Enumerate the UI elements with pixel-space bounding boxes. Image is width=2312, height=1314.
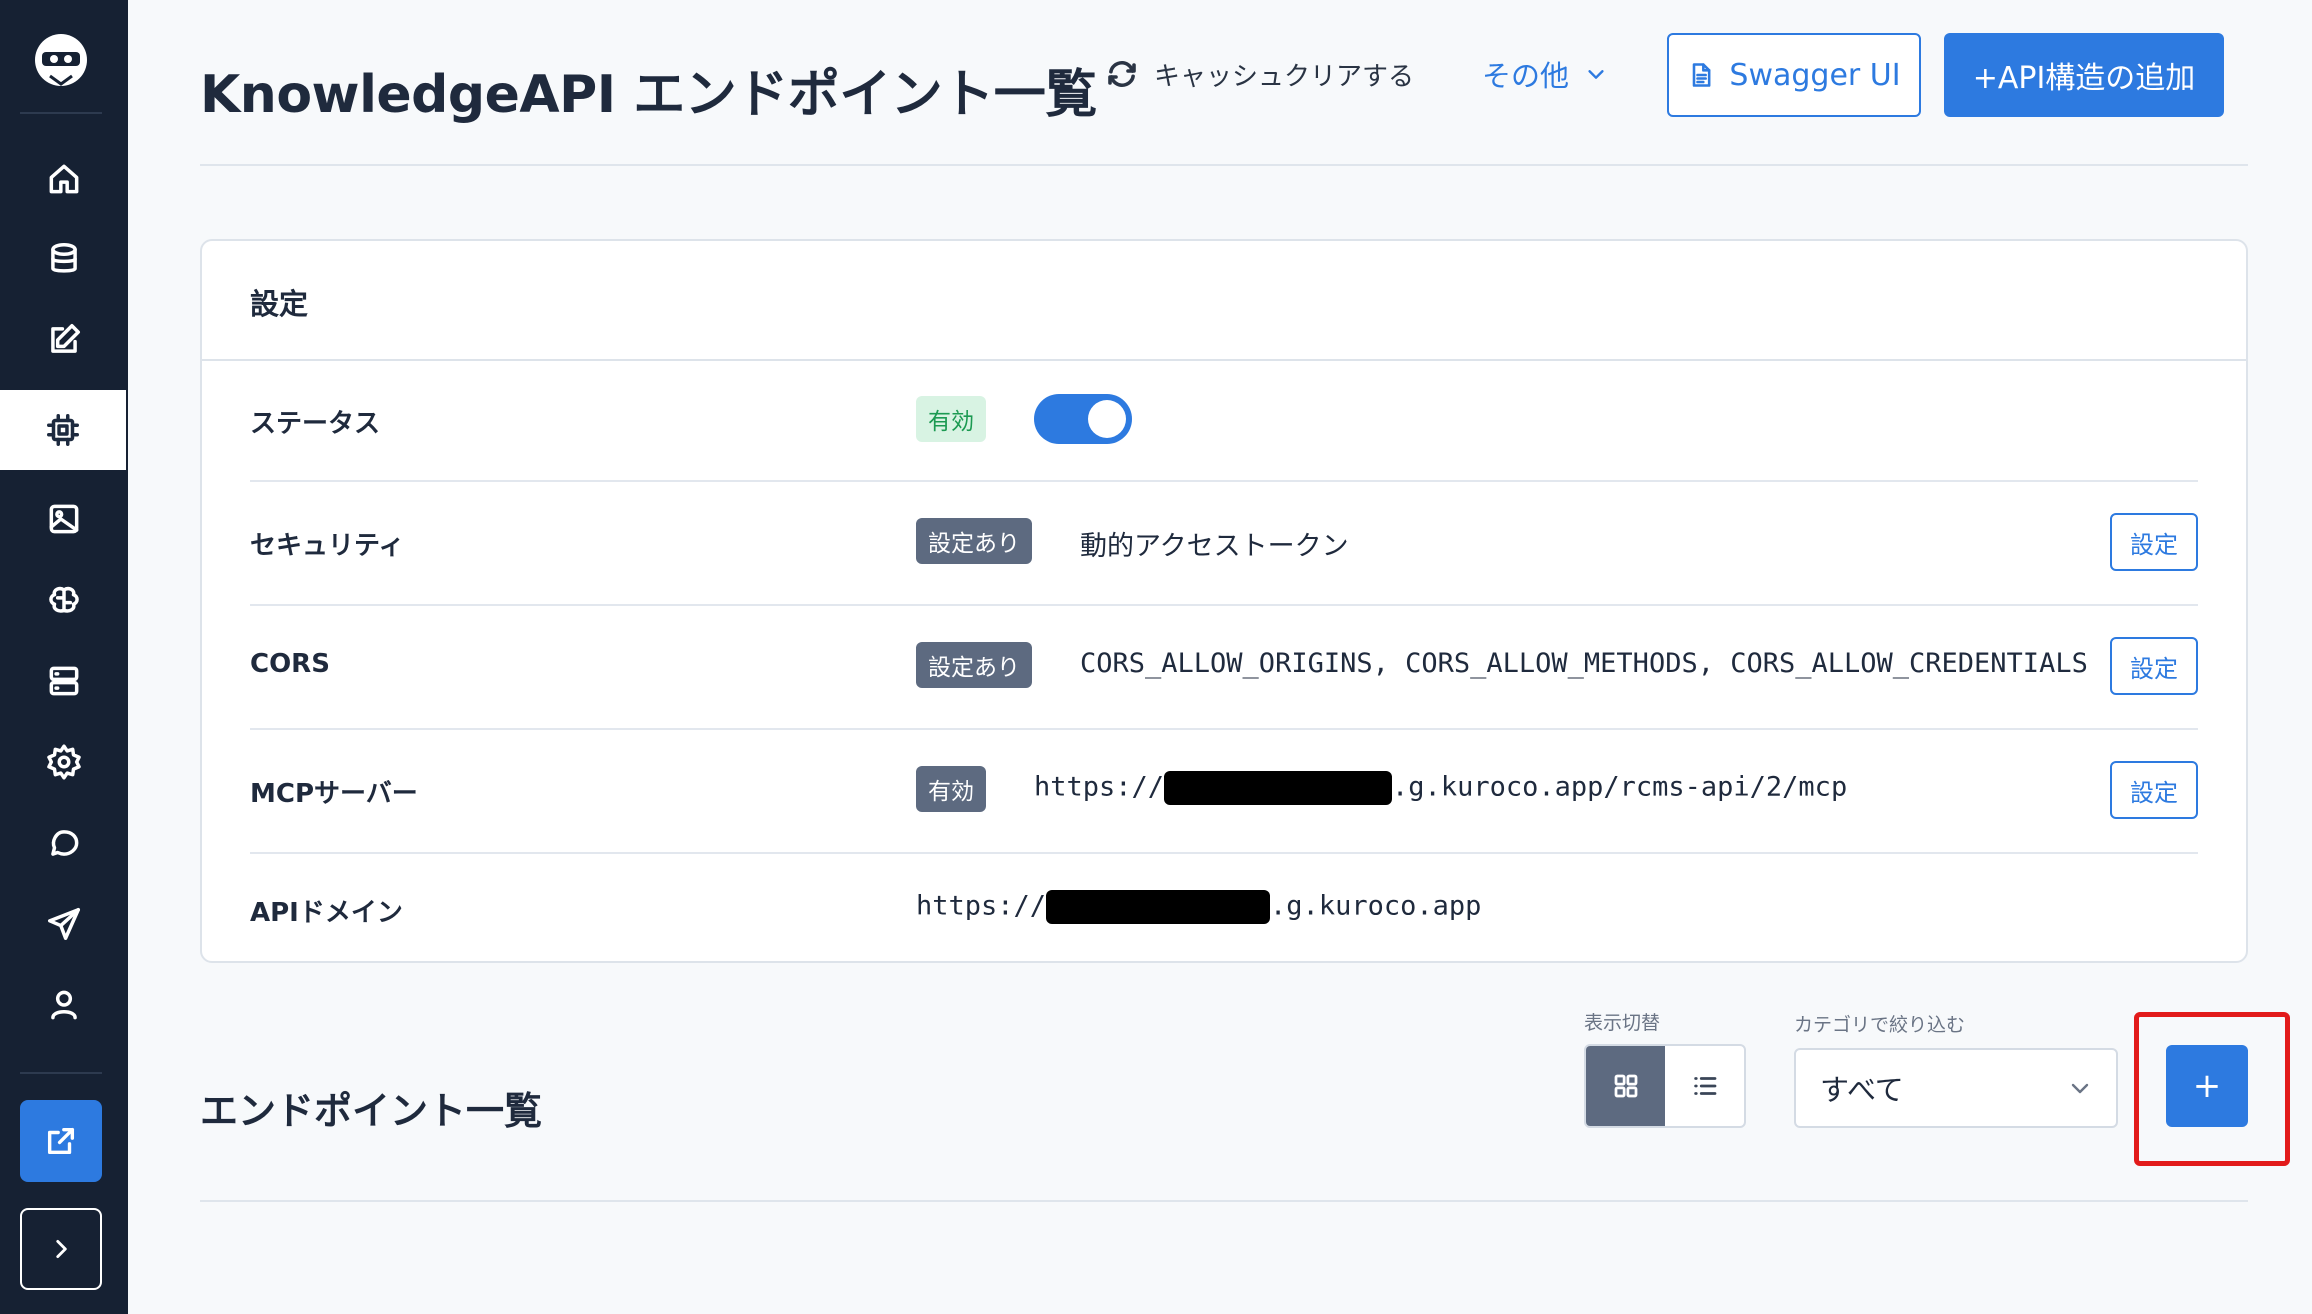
sidebar-item-members[interactable]	[0, 965, 128, 1045]
chevron-right-icon	[56, 1240, 67, 1258]
home-icon	[49, 164, 79, 194]
status-badge: 有効	[916, 396, 986, 442]
edit-icon	[51, 324, 80, 353]
database-icon	[51, 243, 77, 273]
security-badge: 設定あり	[916, 518, 1032, 564]
external-link-icon	[47, 1127, 75, 1155]
user-icon	[51, 990, 77, 1020]
image-icon	[49, 504, 79, 534]
sidebar-item-server[interactable]	[0, 641, 128, 721]
chip-icon	[47, 414, 79, 446]
list-view-button[interactable]	[1665, 1046, 1744, 1126]
sidebar-item-media[interactable]	[0, 479, 128, 559]
chat-icon	[51, 830, 79, 856]
sidebar-item-send[interactable]	[0, 884, 128, 964]
security-value: 動的アクセストークン	[1080, 531, 1349, 562]
add-endpoint-button[interactable]: +	[2166, 1045, 2248, 1127]
logo-icon[interactable]	[32, 30, 90, 90]
server-icon	[49, 666, 79, 696]
view-toggle	[1584, 1044, 1746, 1128]
chevron-down-icon	[1588, 70, 1604, 79]
swagger-ui-button[interactable]: Swagger UI	[1667, 33, 1921, 117]
category-select-value: すべて	[1820, 1073, 1904, 1107]
document-icon	[1693, 63, 1711, 87]
api-domain-url[interactable]: https:// .g.kuroco.app	[916, 890, 1481, 924]
sidebar-divider	[20, 1072, 102, 1074]
cors-label: CORS	[250, 649, 330, 679]
add-endpoint-label: +	[2192, 1066, 2222, 1106]
grid-icon	[1614, 1074, 1637, 1098]
redacted-subdomain	[1046, 890, 1271, 924]
api-domain-label: APIドメイン	[250, 898, 403, 928]
section-divider	[200, 1200, 2248, 1202]
security-label: セキュリティ	[250, 531, 405, 561]
cache-clear-button[interactable]: キャッシュクリアする	[1104, 50, 1414, 98]
send-icon	[48, 908, 80, 940]
row-divider	[250, 480, 2198, 482]
card-header-divider	[202, 359, 2246, 361]
grid-view-button[interactable]	[1586, 1046, 1665, 1126]
row-divider	[250, 728, 2198, 730]
mcp-url[interactable]: https:// .g.kuroco.app/rcms-api/2/mcp	[1034, 771, 1847, 805]
cache-clear-label: キャッシュクリアする	[1154, 61, 1415, 92]
sidebar-item-settings[interactable]	[0, 722, 128, 802]
other-menu-label: その他	[1482, 59, 1570, 93]
settings-title: 設定	[250, 287, 309, 321]
category-select[interactable]: すべて	[1794, 1048, 2118, 1128]
toggle-knob	[1088, 400, 1126, 438]
sidebar-item-api[interactable]	[0, 390, 126, 470]
gear-icon	[47, 744, 81, 780]
row-divider	[250, 604, 2198, 606]
cors-value: CORS_ALLOW_ORIGINS, CORS_ALLOW_METHODS, …	[1080, 648, 2088, 679]
sidebar-item-ai[interactable]	[0, 561, 128, 641]
swagger-ui-label: Swagger UI	[1729, 57, 1901, 93]
sidebar-item-chat[interactable]	[0, 803, 128, 883]
mcp-settings-button[interactable]: 設定	[2110, 761, 2198, 819]
mcp-badge: 有効	[916, 766, 986, 812]
sidebar-expand-button[interactable]	[20, 1208, 102, 1290]
status-toggle[interactable]	[1034, 394, 1132, 444]
endpoints-title: エンドポイント一覧	[200, 1089, 543, 1133]
sidebar-item-home[interactable]	[0, 139, 128, 219]
chevron-down-icon	[2071, 1083, 2089, 1094]
page-title: KnowledgeAPI エンドポイント一覧	[200, 65, 1097, 125]
sidebar-divider	[20, 112, 102, 114]
mcp-url-suffix: .g.kuroco.app/rcms-api/2/mcp	[1392, 771, 1848, 803]
redacted-subdomain	[1164, 771, 1393, 805]
brain-icon	[49, 586, 79, 613]
api-domain-suffix: .g.kuroco.app	[1270, 890, 1482, 922]
sidebar	[0, 0, 128, 1314]
category-filter-label: カテゴリで絞り込む	[1794, 1014, 1966, 1036]
sidebar-item-edit[interactable]	[0, 300, 128, 380]
mcp-url-prefix: https://	[1034, 771, 1165, 803]
list-icon	[1693, 1077, 1716, 1095]
other-menu-button[interactable]: その他	[1482, 50, 1607, 98]
api-domain-prefix: https://	[916, 890, 1047, 922]
external-link-button[interactable]	[20, 1100, 102, 1182]
mcp-label: MCPサーバー	[250, 779, 418, 809]
header-divider	[200, 164, 2248, 166]
row-divider	[250, 852, 2198, 854]
sidebar-item-database[interactable]	[0, 219, 128, 299]
refresh-icon	[1108, 60, 1136, 88]
add-api-structure-label: +API構造の追加	[1972, 61, 2196, 96]
cors-badge: 設定あり	[916, 642, 1032, 688]
security-settings-button[interactable]: 設定	[2110, 513, 2198, 571]
add-api-structure-button[interactable]: +API構造の追加	[1944, 33, 2224, 117]
view-toggle-label: 表示切替	[1584, 1012, 1661, 1034]
status-label: ステータス	[250, 409, 381, 439]
settings-card: 設定 ステータス 有効 セキュリティ 設定あり 動的アクセストークン 設定 CO…	[200, 239, 2248, 963]
cors-settings-button[interactable]: 設定	[2110, 637, 2198, 695]
